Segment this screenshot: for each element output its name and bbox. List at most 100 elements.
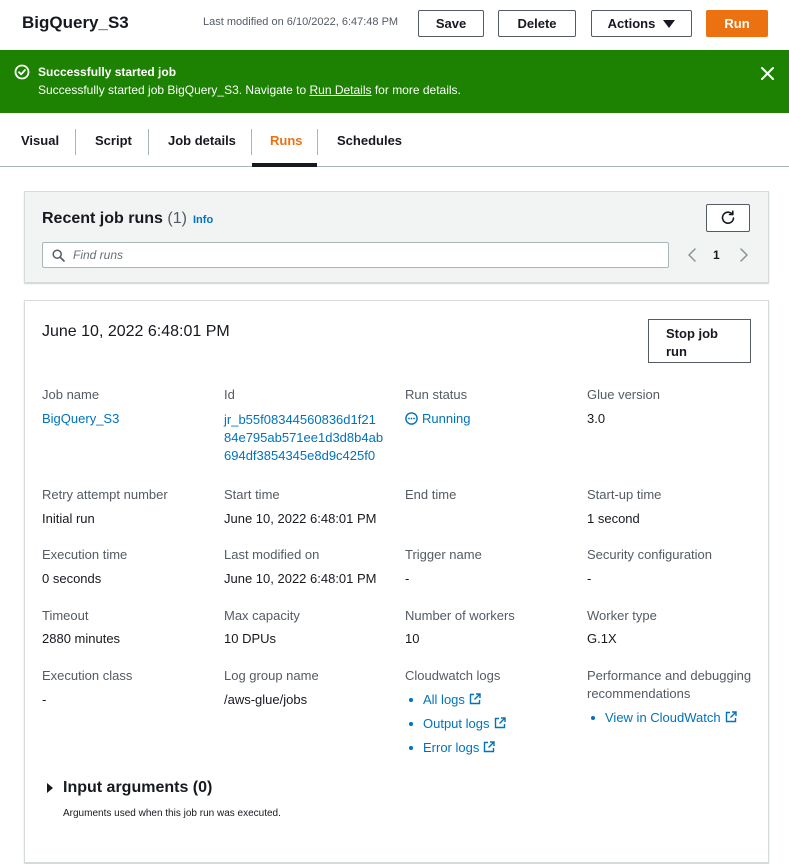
log-group-label: Log group name bbox=[224, 668, 319, 683]
find-runs-search bbox=[42, 242, 669, 268]
recent-runs-title: Recent job runs (1) bbox=[42, 210, 187, 228]
run-id-line1: jr_b55f08344560836d1f21 bbox=[224, 412, 376, 427]
tab-visual[interactable]: Visual bbox=[21, 113, 59, 167]
trigger-name-label: Trigger name bbox=[405, 547, 482, 562]
execution-class-value: - bbox=[42, 692, 47, 707]
flash-message-prefix: Successfully started job BigQuery_S3. Na… bbox=[38, 83, 310, 97]
tab-runs[interactable]: Runs bbox=[270, 113, 303, 167]
output-logs-label: Output logs bbox=[423, 716, 490, 731]
stop-label-line2: run bbox=[666, 344, 687, 359]
external-link-icon bbox=[725, 711, 737, 723]
last-modified-text: Last modified on 6/10/2022, 6:47:48 PM bbox=[203, 16, 399, 28]
actions-label: Actions bbox=[607, 16, 656, 31]
recent-runs-panel: Recent job runs (1) Info 1 bbox=[24, 191, 769, 283]
security-config-value: - bbox=[587, 571, 592, 586]
all-logs-label: All logs bbox=[423, 692, 465, 707]
job-name-label: Job name bbox=[42, 387, 100, 402]
search-icon bbox=[52, 249, 65, 262]
delete-button[interactable]: Delete bbox=[498, 10, 576, 37]
cloudwatch-logs-list: All logs Output logs Error logs bbox=[405, 688, 506, 760]
view-in-cloudwatch-label: View in CloudWatch bbox=[605, 710, 721, 725]
flash-title: Successfully started job bbox=[38, 65, 177, 79]
retry-label: Retry attempt number bbox=[42, 487, 168, 502]
run-status-value: Running bbox=[405, 407, 470, 431]
tab-divider bbox=[75, 129, 76, 155]
startup-time-value: 1 second bbox=[587, 511, 640, 526]
tab-schedules[interactable]: Schedules bbox=[337, 113, 402, 167]
page-header: BigQuery_S3 Last modified on 6/10/2022, … bbox=[0, 0, 789, 50]
stop-job-run-button[interactable]: Stop job run bbox=[648, 319, 751, 363]
start-time-label: Start time bbox=[224, 487, 280, 502]
num-workers-value: 10 bbox=[405, 631, 420, 646]
run-status-label: Run status bbox=[405, 387, 468, 402]
tab-job-details[interactable]: Job details bbox=[168, 113, 236, 167]
run-status-text: Running bbox=[422, 411, 471, 426]
max-capacity-value: 10 DPUs bbox=[224, 631, 277, 646]
retry-value: Initial run bbox=[42, 511, 95, 526]
success-flashbar: Successfully started job Successfully st… bbox=[0, 50, 789, 113]
page-title: BigQuery_S3 bbox=[22, 13, 129, 32]
output-logs-link[interactable]: Output logs bbox=[405, 712, 506, 736]
recent-runs-count: (1) bbox=[167, 210, 187, 227]
tab-script[interactable]: Script bbox=[95, 113, 132, 167]
error-logs-label: Error logs bbox=[423, 740, 480, 755]
max-capacity-label: Max capacity bbox=[224, 608, 300, 623]
close-icon[interactable] bbox=[760, 66, 775, 81]
chevron-left-icon[interactable] bbox=[687, 248, 697, 262]
chevron-right-icon[interactable] bbox=[739, 248, 749, 262]
end-time-label: End time bbox=[405, 487, 457, 502]
info-link[interactable]: Info bbox=[193, 214, 213, 226]
trigger-name-value: - bbox=[405, 571, 410, 586]
save-button[interactable]: Save bbox=[418, 10, 484, 37]
glue-version-value: 3.0 bbox=[587, 411, 606, 426]
log-group-value: /aws-glue/jobs bbox=[224, 692, 308, 707]
perf-links-list: View in CloudWatch bbox=[587, 706, 737, 730]
stop-label-line1: Stop job bbox=[666, 326, 718, 341]
recent-runs-title-text: Recent job runs bbox=[42, 210, 163, 227]
id-label: Id bbox=[224, 387, 235, 402]
job-name-link[interactable]: BigQuery_S3 bbox=[42, 407, 119, 431]
page-number[interactable]: 1 bbox=[713, 248, 720, 262]
error-logs-link[interactable]: Error logs bbox=[405, 736, 506, 760]
tab-divider bbox=[317, 129, 318, 155]
input-arguments-toggle[interactable]: Input arguments (0) bbox=[63, 779, 212, 797]
tab-divider bbox=[148, 129, 149, 155]
startup-time-label: Start-up time bbox=[587, 487, 662, 502]
execution-class-label: Execution class bbox=[42, 668, 133, 683]
find-runs-input[interactable] bbox=[73, 245, 653, 265]
run-id-line3: 694df3854345e8d9c425f0 bbox=[224, 448, 376, 463]
perf-recommendations-label-line2: recommendations bbox=[587, 686, 691, 701]
caret-right-icon[interactable] bbox=[47, 783, 53, 793]
input-arguments-description: Arguments used when this job run was exe… bbox=[63, 808, 281, 819]
run-details-link[interactable]: Run Details bbox=[309, 83, 371, 97]
glue-version-label: Glue version bbox=[587, 387, 660, 402]
external-link-icon bbox=[494, 717, 506, 729]
num-workers-label: Number of workers bbox=[405, 608, 515, 623]
refresh-button[interactable] bbox=[706, 204, 750, 232]
tab-bar: Visual Script Job details Runs Schedules bbox=[0, 113, 789, 167]
perf-recommendations-label-line1: Performance and debugging bbox=[587, 668, 752, 683]
external-link-icon bbox=[469, 693, 481, 705]
run-date-heading: June 10, 2022 6:48:01 PM bbox=[42, 323, 230, 340]
cloudwatch-logs-label: Cloudwatch logs bbox=[405, 668, 501, 683]
success-check-icon bbox=[14, 64, 30, 80]
view-in-cloudwatch-link[interactable]: View in CloudWatch bbox=[587, 706, 737, 730]
timeout-label: Timeout bbox=[42, 608, 89, 623]
tab-divider bbox=[251, 129, 252, 155]
actions-dropdown-button[interactable]: Actions bbox=[591, 10, 692, 37]
all-logs-link[interactable]: All logs bbox=[405, 688, 506, 712]
run-button[interactable]: Run bbox=[706, 10, 768, 37]
execution-time-value: 0 seconds bbox=[42, 571, 102, 586]
security-config-label: Security configuration bbox=[587, 547, 713, 562]
run-id-line2: 84e795ab571ee1d3d8b4ab bbox=[224, 430, 384, 445]
execution-time-label: Execution time bbox=[42, 547, 128, 562]
last-modified-value: June 10, 2022 6:48:01 PM bbox=[224, 571, 377, 586]
flash-message-suffix: for more details. bbox=[371, 83, 461, 97]
last-modified-label: Last modified on bbox=[224, 547, 320, 562]
worker-type-value: G.1X bbox=[587, 631, 617, 646]
in-progress-icon bbox=[405, 412, 418, 425]
refresh-icon bbox=[721, 210, 735, 224]
caret-down-icon bbox=[663, 19, 676, 28]
start-time-value: June 10, 2022 6:48:01 PM bbox=[224, 511, 377, 526]
external-link-icon bbox=[484, 741, 496, 753]
